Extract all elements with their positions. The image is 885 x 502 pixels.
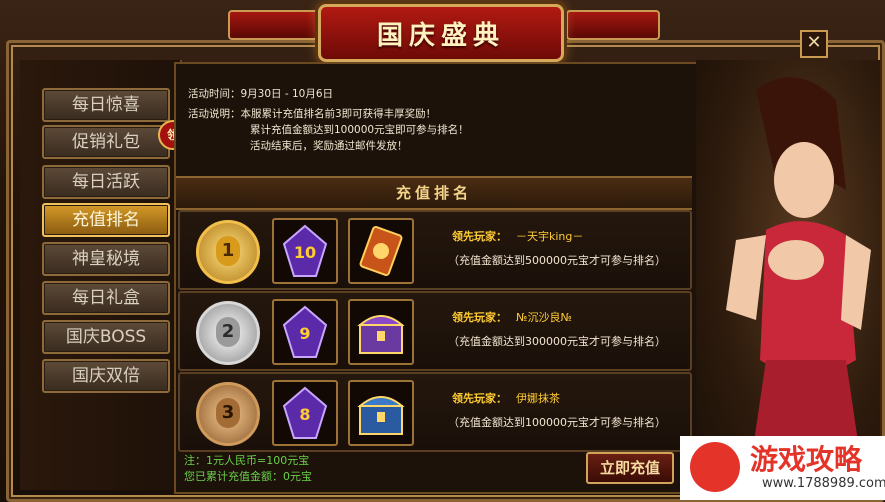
ranking-row-3: 3 8 领先玩家： 伊娜抹茶 （充值金额达到100000元宝才可参与排名） — [178, 372, 692, 452]
sidebar-item-label: 促销礼包 — [72, 132, 140, 152]
leader-name: －天宇king－ — [516, 230, 584, 243]
leader-label: 领先玩家： — [452, 392, 507, 405]
purple-gem-icon: 8 — [282, 386, 328, 439]
sidebar-item-recharge-rank[interactable]: 充值排名 — [42, 203, 170, 237]
gem-level-number: 8 — [299, 405, 310, 424]
ranking-title: 充值排名 — [395, 184, 472, 202]
sidebar-item-daily-active[interactable]: 每日活跃 — [42, 165, 170, 199]
sidebar-item-label: 国庆双倍 — [72, 366, 140, 386]
total-recharge-note: 您已累计充值金额：0元宝 — [184, 470, 312, 483]
female-warrior-illustration — [726, 77, 871, 496]
silver-medal-icon: 2 — [196, 301, 260, 365]
sidebar-item-divine-realm[interactable]: 神皇秘境 — [42, 242, 170, 276]
leader-label: 领先玩家： — [452, 230, 507, 243]
purple-gem-icon: 10 — [282, 224, 328, 277]
activity-time: 活动时间：9月30日 - 10月6日 — [188, 88, 334, 100]
watermark-url: www.1788989.com — [762, 476, 885, 491]
recharge-now-button[interactable]: 立即充值 — [586, 452, 674, 484]
gem-level-number: 9 — [299, 324, 310, 343]
sidebar-item-promo-pack[interactable]: 促销礼包 — [42, 125, 170, 159]
sidebar-item-national-double[interactable]: 国庆双倍 — [42, 359, 170, 393]
purple-gem-icon: 9 — [282, 305, 328, 358]
title-plate: 国庆盛典 — [318, 4, 564, 62]
sidebar-item-label: 国庆BOSS — [65, 327, 147, 347]
exchange-rate-note: 注：1元人民币=100元宝 — [184, 454, 310, 467]
gold-medal-icon: 1 — [196, 220, 260, 284]
character-portrait — [696, 60, 880, 496]
leader-name: №沉沙良№ — [516, 311, 572, 324]
activity-desc-1: 活动说明：本服累计充值排名前3即可获得丰厚奖励！ — [188, 108, 437, 120]
activity-desc-2: 累计充值金额达到100000元宝即可参与排名！ — [250, 124, 469, 136]
rank-condition: （充值金额达到300000元宝才可参与排名） — [448, 335, 666, 348]
gem-level-number: 10 — [294, 243, 316, 262]
sidebar-item-national-boss[interactable]: 国庆BOSS — [42, 320, 170, 354]
reward-slot-gem[interactable]: 9 — [272, 299, 338, 365]
medal-rank-number: 2 — [216, 317, 240, 347]
sidebar-item-label: 每日礼盒 — [72, 288, 140, 308]
activity-desc-3: 活动结束后，奖励通过邮件发放！ — [250, 140, 408, 152]
reward-slot-gem[interactable]: 8 — [272, 380, 338, 446]
title-wing-left — [228, 10, 322, 40]
sidebar-item-daily-giftbox[interactable]: 每日礼盒 — [42, 281, 170, 315]
ranking-header: 充值排名 — [176, 176, 692, 210]
sidebar-item-daily-surprise[interactable]: 每日惊喜 — [42, 88, 170, 122]
treasure-chest-icon — [357, 315, 405, 354]
bronze-medal-icon: 3 — [196, 382, 260, 446]
medal-rank-number: 3 — [216, 398, 240, 428]
reward-slot-token[interactable] — [348, 218, 414, 284]
rank-condition: （充值金额达到100000元宝才可参与排名） — [448, 416, 666, 429]
watermark: 游戏攻略 www.1788989.com — [680, 436, 885, 500]
leader-name: 伊娜抹茶 — [516, 392, 560, 405]
leader-label: 领先玩家： — [452, 311, 507, 324]
rank-condition: （充值金额达到500000元宝才可参与排名） — [448, 254, 666, 267]
ranking-row-1: 1 10 领先玩家： －天宇king－ （充值金额达到500000元宝才可参与排… — [178, 210, 692, 290]
sidebar-item-label: 充值排名 — [72, 210, 140, 230]
reward-slot-gem[interactable]: 10 — [272, 218, 338, 284]
window-title: 国庆盛典 — [376, 21, 505, 51]
activity-info: 活动时间：9月30日 - 10月6日 活动说明：本服累计充值排名前3即可获得丰厚… — [180, 78, 690, 174]
watermark-logo-icon — [690, 442, 740, 492]
medal-rank-number: 1 — [216, 236, 240, 266]
gold-token-icon — [359, 225, 403, 277]
ranking-row-2: 2 9 领先玩家： №沉沙良№ （充值金额达到300000元宝才可参与排名） — [178, 291, 692, 371]
sidebar-item-label: 神皇秘境 — [72, 249, 140, 269]
title-wing-right — [566, 10, 660, 40]
treasure-chest-icon — [357, 396, 405, 435]
close-button[interactable]: ✕ — [800, 30, 828, 58]
watermark-text: 游戏攻略 — [750, 443, 863, 476]
reward-slot-chest[interactable] — [348, 299, 414, 365]
sidebar-item-label: 每日惊喜 — [72, 95, 140, 115]
game-window: 国庆盛典 ✕ 每日惊喜 促销礼包 领 每日活跃 充值排名 神皇秘境 每日礼盒 国… — [0, 0, 885, 502]
reward-slot-chest[interactable] — [348, 380, 414, 446]
sidebar-item-label: 每日活跃 — [72, 172, 140, 192]
